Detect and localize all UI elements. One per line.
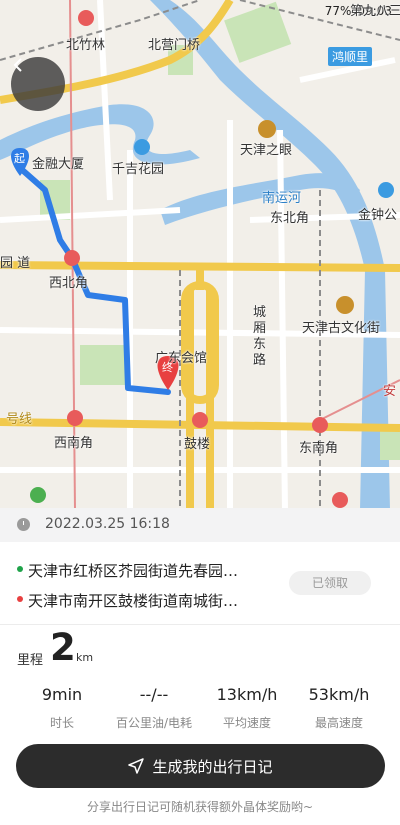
status-bar: 77% 09:03: [0, 0, 400, 22]
map-label: 安: [383, 384, 397, 399]
divider: [0, 624, 400, 625]
stat-max-speed: 53km/h 最高速度: [289, 685, 389, 731]
map-label: 园 道: [0, 256, 31, 271]
stat-value: 13km/h: [216, 685, 278, 704]
claimed-badge: 已领取: [289, 571, 371, 595]
map-label: 西南角: [54, 436, 94, 451]
end-dot-icon: [17, 596, 23, 602]
stat-value: 53km/h: [308, 685, 370, 704]
reward-hint: 分享出行日记可随机获得额外晶体奖励哟~: [86, 800, 314, 814]
start-marker: 起: [14, 152, 25, 165]
stat-label: 平均速度: [222, 716, 271, 730]
map-label: 北营门桥: [148, 38, 201, 53]
stat-duration: 9min 时长: [12, 685, 112, 731]
stat-consumption: --/-- 百公里油/电耗: [104, 685, 204, 731]
map-label: 东南角: [299, 441, 339, 456]
chevron-left-icon: [13, 58, 22, 72]
map-label: 东北角: [270, 211, 310, 226]
map-label: 鸿顺里: [328, 47, 373, 66]
distance-label: 里程: [17, 653, 44, 668]
battery-level: 77%: [324, 4, 352, 18]
map-label: 南运河: [262, 191, 302, 206]
stat-avg-speed: 13km/h 平均速度: [197, 685, 297, 731]
stat-value: 9min: [41, 685, 83, 704]
generate-diary-button[interactable]: 生成我的出行日记: [16, 744, 385, 788]
start-address: 天津市红桥区芥园街道先春园…: [28, 562, 239, 580]
map-label: 天津之眼: [240, 143, 293, 158]
distance-unit: km: [76, 651, 94, 664]
stat-label: 最高速度: [314, 716, 363, 730]
map-label: 金钟公: [358, 208, 398, 223]
map-label: 金融大厦: [32, 157, 85, 172]
send-icon: [128, 758, 145, 774]
map-label: 号线: [6, 412, 33, 427]
map-label: 第九八三: [350, 4, 400, 19]
start-dot-icon: [17, 566, 23, 572]
trip-datetime: 2022.03.25 16:18: [45, 516, 170, 532]
map-label: 天津古文化街: [302, 321, 381, 336]
distance-value: 2: [50, 626, 76, 669]
map-label: 千吉花园: [112, 162, 165, 177]
stat-value: --/--: [139, 685, 169, 704]
stat-label: 百公里油/电耗: [115, 716, 193, 730]
generate-diary-label: 生成我的出行日记: [152, 757, 273, 776]
clock-icon: [17, 518, 30, 531]
map-label: 北竹林: [66, 38, 106, 53]
map-view[interactable]: 77% 09:03 北竹林 北营门桥 鸿顺里 第九八三 金融大厦 千吉花园 天津…: [0, 0, 400, 510]
trip-datetime-row: 2022.03.25 16:18: [0, 508, 400, 542]
map-label: 鼓楼: [184, 437, 211, 452]
stat-label: 时长: [49, 716, 74, 730]
end-marker: 终: [162, 361, 173, 374]
back-button[interactable]: [11, 57, 65, 111]
map-label: 城 厢 东 路: [253, 305, 267, 368]
map-label: 西北角: [49, 276, 89, 291]
end-address: 天津市南开区鼓楼街道南城街…: [28, 592, 239, 610]
